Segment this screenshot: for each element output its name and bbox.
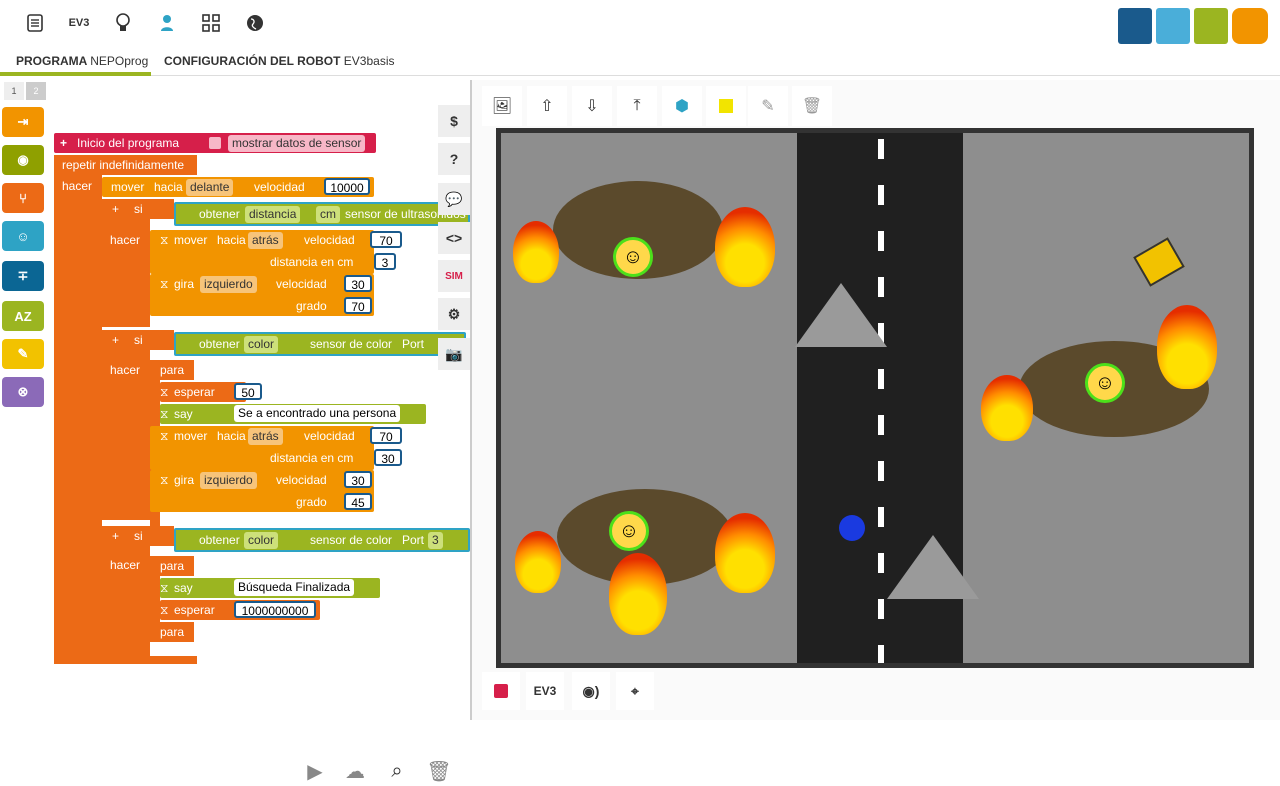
trash-icon[interactable]: 🗑 [424, 756, 454, 786]
start-label: Inicio del programa [77, 136, 180, 150]
zoom-icon[interactable]: ⌕ [382, 756, 412, 786]
category-text[interactable]: AZ [2, 301, 44, 331]
say-message-1[interactable]: Se a encontrado una persona [234, 405, 401, 422]
list-icon[interactable] [22, 10, 48, 36]
repeat-do-label: hacer [62, 179, 93, 193]
fire-icon [1157, 305, 1217, 389]
download-icon[interactable]: ⇩ [572, 86, 612, 126]
repeat-label: repetir indefinidamente [62, 158, 185, 172]
fire-icon [715, 207, 775, 287]
person-face-icon: ☺ [609, 511, 649, 551]
nepo-logo [1118, 8, 1270, 44]
cloud-upload-icon[interactable]: ☁ [340, 756, 370, 786]
person-face-icon: ☺ [613, 237, 653, 277]
tab-program-value: NEPOprog [90, 54, 149, 68]
category-toolbox: 1 2 ⇥ ◉ ⑂ ☺ ∓ AZ ✎ ⊗ [0, 80, 48, 720]
speed-input[interactable]: 10000 [324, 178, 370, 195]
location-pin-icon[interactable]: ⌖ [616, 672, 654, 710]
code-view-button[interactable]: $ [438, 105, 470, 137]
source-code-button[interactable]: <> [438, 222, 470, 254]
tab-robot-config-label: CONFIGURACIÓN DEL ROBOT [164, 54, 341, 68]
simulation-scene[interactable]: ☺ ☺ ☺ [496, 128, 1254, 668]
yellow-square-icon[interactable] [706, 86, 746, 126]
trash-icon[interactable]: 🗑 [792, 86, 832, 126]
category-sensors[interactable]: ◉ [2, 145, 44, 175]
sound-icon[interactable]: ◉) [572, 672, 610, 710]
ev3-robot[interactable] [1133, 237, 1185, 287]
fire-icon [609, 553, 667, 635]
help-button[interactable]: ? [438, 143, 470, 175]
category-variables[interactable]: ⊗ [2, 377, 44, 407]
image-icon[interactable]: 🖼 [482, 86, 522, 126]
blue-marker [839, 515, 865, 541]
top-bar: EV3 PROGRAMA NEPOprog CONFIGURACIÓN DEL … [0, 0, 1280, 76]
unit-dropdown[interactable]: cm [316, 206, 340, 223]
obstacle-triangle [887, 535, 979, 599]
toolbox-level-1[interactable]: 1 [4, 82, 24, 100]
screenshot-button[interactable]: 📷 [438, 338, 470, 370]
direction-dropdown[interactable]: delante [186, 179, 234, 196]
category-action[interactable]: ⇥ [2, 107, 44, 137]
fire-icon [715, 513, 775, 593]
category-colour[interactable]: ✎ [2, 339, 44, 369]
cube-icon[interactable]: ⬢ [662, 86, 702, 126]
debug-button[interactable]: ⚙ [438, 298, 470, 330]
fire-icon [515, 531, 561, 593]
category-control[interactable]: ⑂ [2, 183, 44, 213]
sim-button[interactable]: SIM [438, 260, 470, 292]
distance-dropdown[interactable]: distancia [245, 206, 301, 223]
globe-icon[interactable] [242, 10, 268, 36]
category-math[interactable]: ∓ [2, 261, 44, 291]
show-sensor-checkbox[interactable] [209, 137, 221, 149]
fire-icon [513, 221, 559, 283]
comment-button[interactable]: 💬 [438, 183, 470, 215]
run-icon[interactable]: ▶ [300, 756, 330, 786]
user-icon[interactable] [154, 10, 180, 36]
say-message-2[interactable]: Búsqueda Finalizada [234, 579, 355, 596]
toolbox-level-2[interactable]: 2 [26, 82, 46, 100]
stop-button[interactable] [482, 672, 520, 710]
program-workspace[interactable]: + Inicio del programa mostrar datos de s… [48, 80, 470, 783]
lightbulb-icon[interactable] [110, 10, 136, 36]
tab-program[interactable]: PROGRAMA NEPOprog [16, 54, 148, 68]
tab-program-label: PROGRAMA [16, 54, 87, 68]
tab-robot-config-value: EV3basis [343, 54, 395, 68]
upload-icon[interactable]: ⇧ [527, 86, 567, 126]
obstacle-triangle [795, 283, 887, 347]
category-logic[interactable]: ☺ [2, 221, 44, 251]
export-icon[interactable]: ⤒ [617, 86, 657, 126]
active-tab-underline [0, 72, 151, 76]
show-sensor-label: mostrar datos de sensor [228, 135, 366, 152]
color-picker-icon[interactable]: ✎ [748, 86, 788, 126]
fire-icon [981, 375, 1033, 441]
ev3-sim-button[interactable]: EV3 [526, 672, 564, 710]
grid-icon[interactable] [198, 10, 224, 36]
ev3-icon[interactable]: EV3 [66, 10, 92, 36]
tab-robot-config[interactable]: CONFIGURACIÓN DEL ROBOT EV3basis [164, 54, 395, 68]
person-face-icon: ☺ [1085, 363, 1125, 403]
